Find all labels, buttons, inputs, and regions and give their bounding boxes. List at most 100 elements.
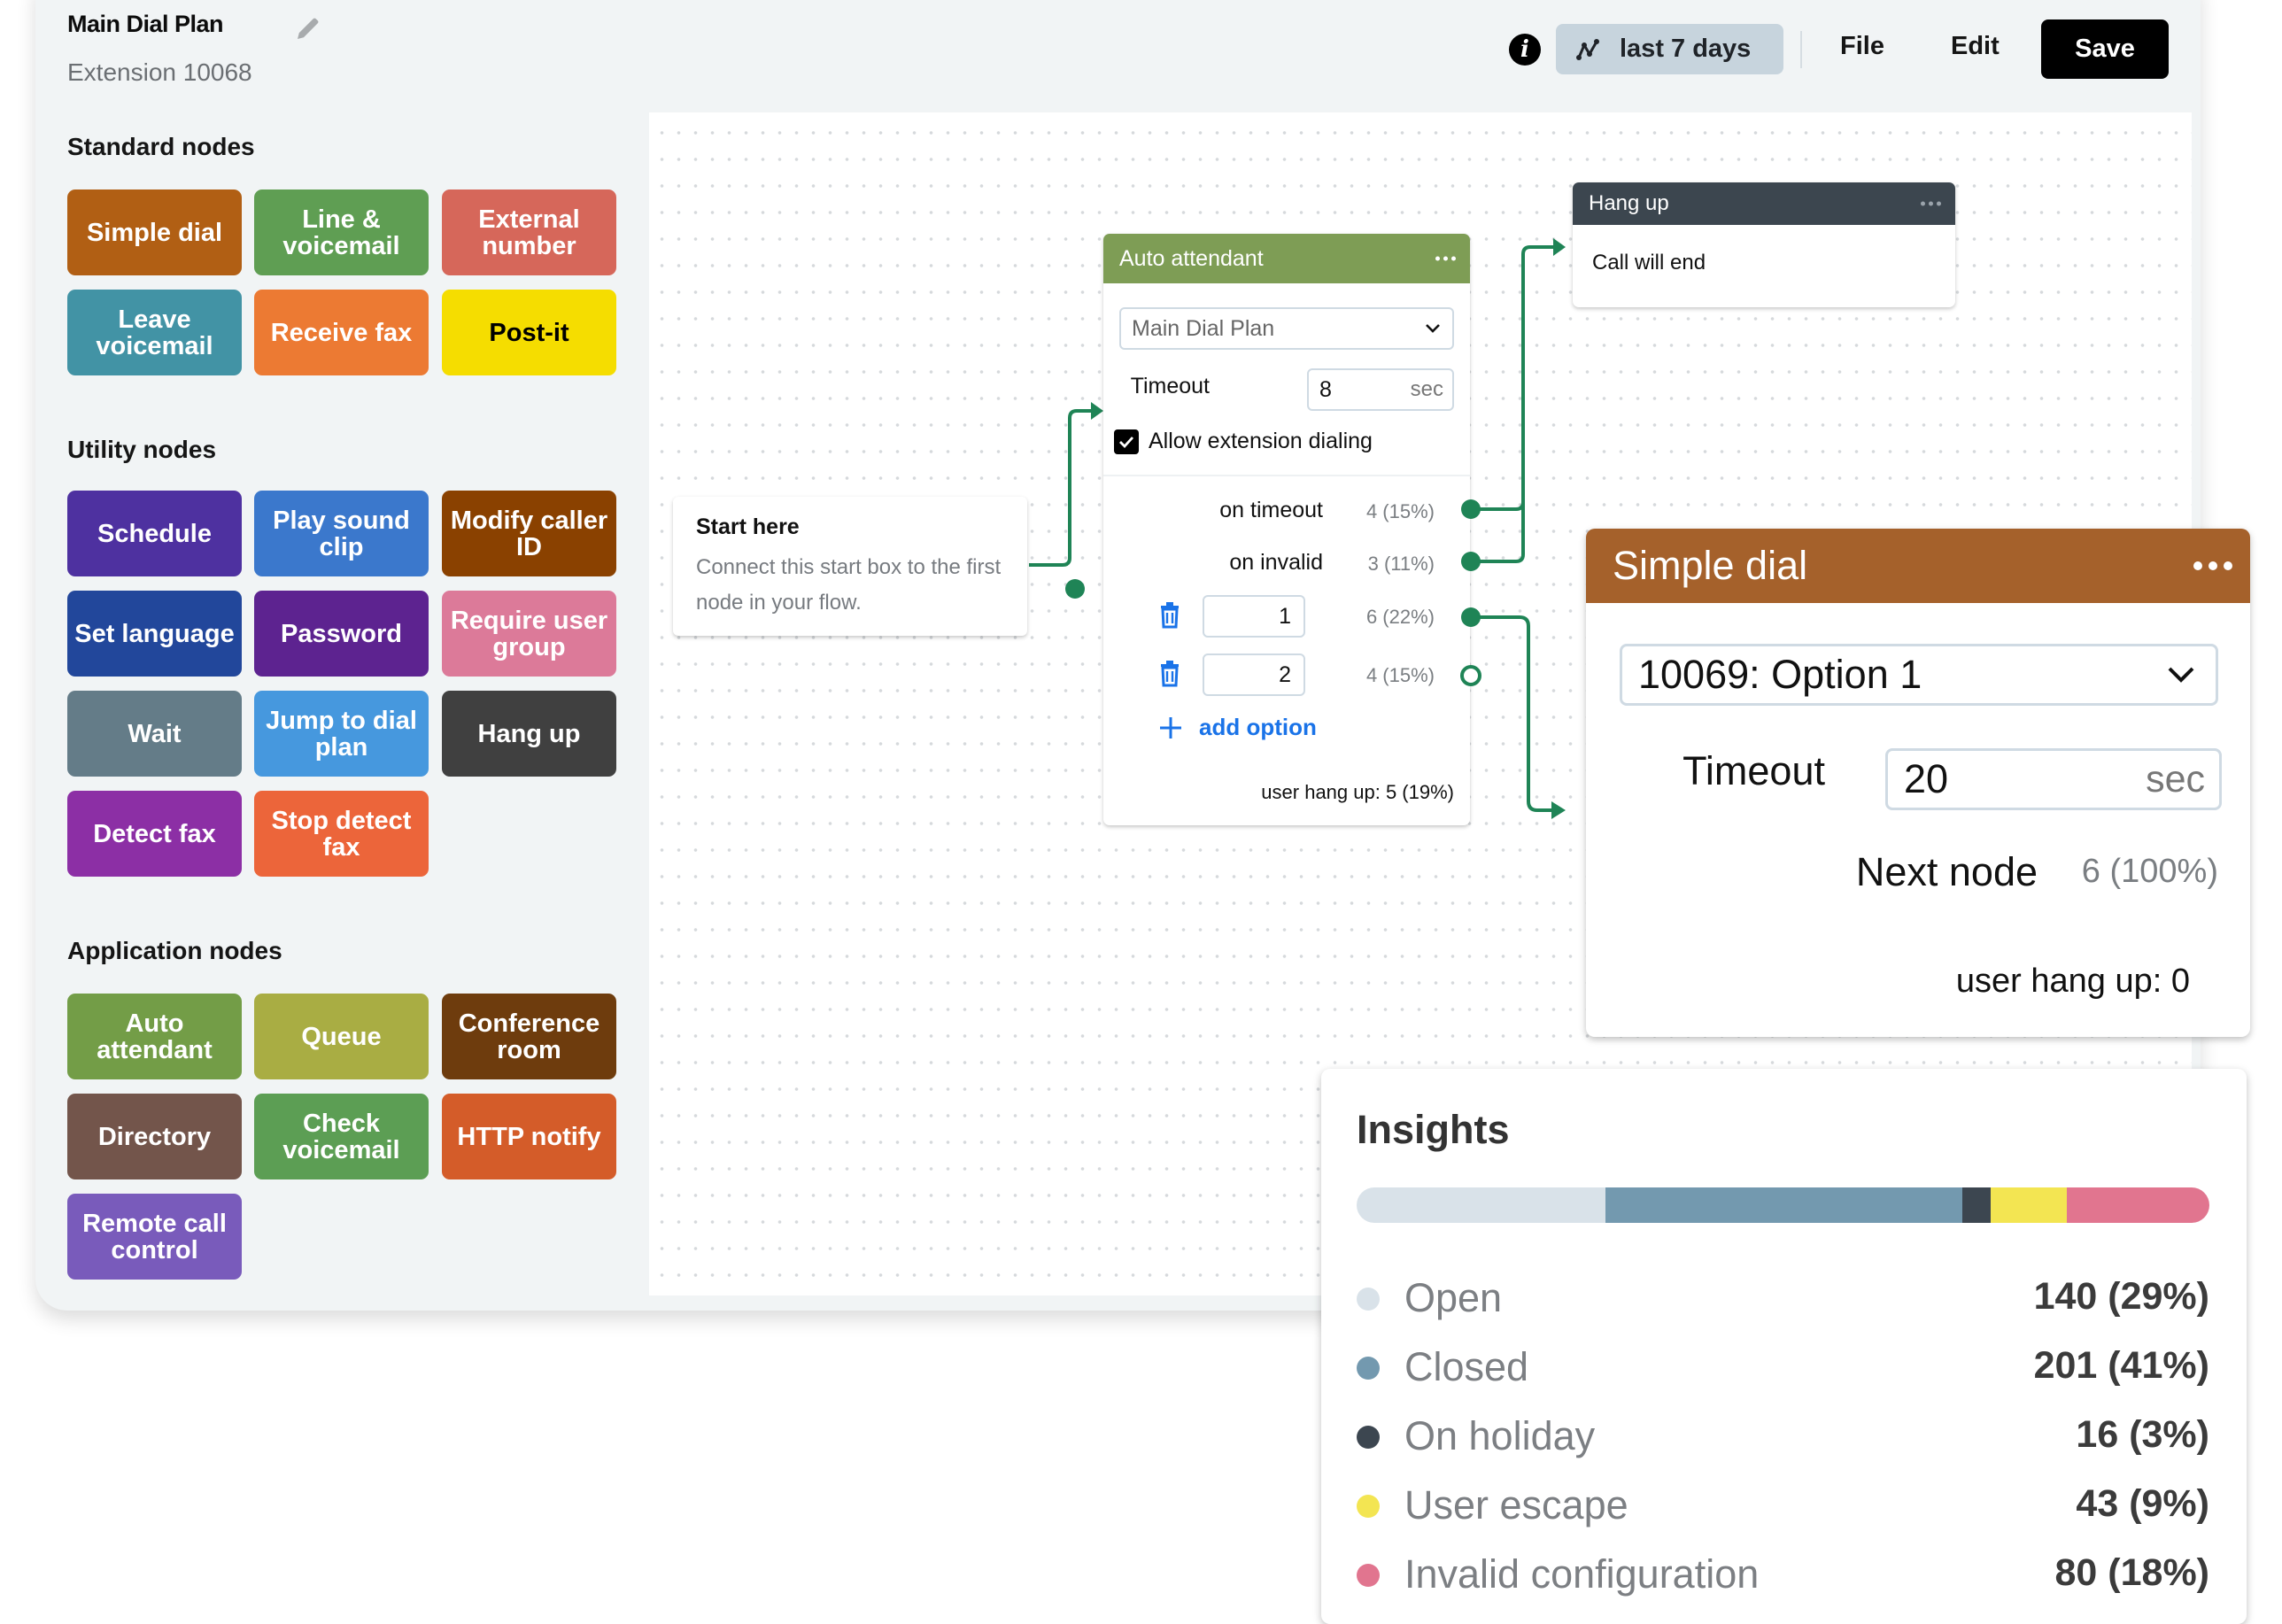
option-input[interactable]: 2 <box>1203 653 1305 696</box>
insights-legend-row: Invalid configuration 80 (18%) <box>1357 1549 2209 1602</box>
dial-target-value: 10069: Option 1 <box>1638 652 1922 697</box>
palette-node-stop-detect-fax[interactable]: Stop detect fax <box>254 791 429 877</box>
palette-node-play-sound-clip[interactable]: Play sound clip <box>254 491 429 576</box>
trend-line-icon <box>1576 38 1599 60</box>
more-dots-icon[interactable] <box>2193 561 2232 570</box>
section-heading: Standard nodes <box>67 133 255 160</box>
palette-node-jump-to-dial-plan[interactable]: Jump to dial plan <box>254 691 429 777</box>
insights-stacked-bar <box>1357 1187 2209 1223</box>
add-option-button[interactable]: add option <box>1158 714 1317 741</box>
on-invalid-label: on invalid <box>1229 550 1323 575</box>
auto-attendant-title: Auto attendant <box>1119 245 1264 271</box>
simple-dial-timeout-input[interactable]: 20 sec <box>1885 748 2222 810</box>
divider <box>1103 475 1470 476</box>
palette-node-directory[interactable]: Directory <box>67 1094 242 1179</box>
file-menu[interactable]: File <box>1840 32 1884 61</box>
add-option-label: add option <box>1199 714 1317 740</box>
palette-node-leave-voicemail[interactable]: Leave voicemail <box>67 290 242 375</box>
timeout-label: Timeout <box>1130 374 1210 398</box>
dial-plan-select[interactable]: Main Dial Plan <box>1119 307 1454 350</box>
insights-bar-segment <box>1991 1187 2068 1223</box>
palette-node-password[interactable]: Password <box>254 591 429 677</box>
more-dots-icon[interactable] <box>1435 256 1456 261</box>
insights-legend-row: On holiday 16 (3%) <box>1357 1411 2209 1464</box>
auto-attendant-node[interactable]: Auto attendant Main Dial Plan Timeout 8 … <box>1103 234 1470 825</box>
hang-up-description: Call will end <box>1592 251 1706 275</box>
save-button[interactable]: Save <box>2041 19 2169 79</box>
palette-node-receive-fax[interactable]: Receive fax <box>254 290 429 375</box>
hang-up-node[interactable]: Hang up Call will end <box>1573 182 1955 307</box>
checkmark-icon <box>1119 437 1134 449</box>
palette-node-set-language[interactable]: Set language <box>67 591 242 677</box>
edit-menu[interactable]: Edit <box>1951 32 2000 61</box>
palette-node-line-voicemail[interactable]: Line & voicemail <box>254 189 429 275</box>
palette-node-detect-fax[interactable]: Detect fax <box>67 791 242 877</box>
insights-panel: Insights Open 140 (29%) Closed 201 (41%) On … <box>1321 1069 2247 1624</box>
start-title: Start here <box>696 514 800 539</box>
on-invalid-port[interactable] <box>1461 552 1481 571</box>
trash-icon[interactable] <box>1158 602 1181 629</box>
hang-up-header[interactable]: Hang up <box>1573 182 1955 225</box>
auto-attendant-header[interactable]: Auto attendant <box>1103 234 1470 283</box>
allow-extension-checkbox[interactable] <box>1114 429 1139 454</box>
palette-node-require-user-group[interactable]: Require user group <box>442 591 616 677</box>
toolbar-divider <box>1800 31 1802 68</box>
pencil-icon[interactable] <box>292 12 324 44</box>
legend-dot-icon <box>1357 1564 1380 1587</box>
timeout-unit: sec <box>1410 377 1443 401</box>
next-node-count: 6 (100%) <box>2081 853 2218 890</box>
start-description: Connect this start box to the first node… <box>696 555 1002 615</box>
palette-node-simple-dial[interactable]: Simple dial <box>67 189 242 275</box>
legend-dot-icon <box>1357 1288 1380 1311</box>
legend-label: On holiday <box>1404 1413 1596 1458</box>
palette-node-queue[interactable]: Queue <box>254 994 429 1079</box>
legend-value: 80 (18%) <box>2054 1551 2209 1594</box>
palette-node-auto-attendant[interactable]: Auto attendant <box>67 994 242 1079</box>
date-range-button[interactable]: last 7 days <box>1556 24 1783 74</box>
palette-node-external-number[interactable]: External number <box>442 189 616 275</box>
info-icon[interactable]: i <box>1509 34 1541 66</box>
palette-node-http-notify[interactable]: HTTP notify <box>442 1094 616 1179</box>
legend-dot-icon <box>1357 1426 1380 1449</box>
date-range-label: last 7 days <box>1620 35 1752 63</box>
timeout-input[interactable]: 8 sec <box>1307 368 1454 411</box>
simple-dial-timeout-value: 20 <box>1904 756 1949 801</box>
dial-plan-select-value: Main Dial Plan <box>1132 315 1275 341</box>
simple-dial-node[interactable]: Simple dial 10069: Option 1 Timeout 20 s… <box>1586 529 2250 1037</box>
option-input[interactable]: 1 <box>1203 595 1305 638</box>
trash-icon[interactable] <box>1158 661 1181 687</box>
palette-node-conference-room[interactable]: Conference room <box>442 994 616 1079</box>
option-2-port[interactable] <box>1460 665 1481 686</box>
simple-dial-timeout-label: Timeout <box>1682 748 1825 793</box>
start-output-port[interactable] <box>1065 579 1085 599</box>
on-timeout-port[interactable] <box>1461 499 1481 519</box>
user-hang-up-stat: user hang up: 5 (19%) <box>1261 781 1454 803</box>
extension-label: Extension 10068 <box>67 58 252 86</box>
insights-bar-segment <box>1962 1187 1992 1223</box>
palette-node-check-voicemail[interactable]: Check voicemail <box>254 1094 429 1179</box>
option-1-port[interactable] <box>1461 607 1481 627</box>
start-node[interactable]: Start here Connect this start box to the… <box>673 497 1027 636</box>
palette-node-schedule[interactable]: Schedule <box>67 491 242 576</box>
legend-value: 201 (41%) <box>2033 1344 2209 1387</box>
insights-legend-row: Open 140 (29%) <box>1357 1272 2209 1326</box>
legend-value: 16 (3%) <box>2076 1413 2209 1456</box>
on-invalid-count: 3 (11%) <box>1367 553 1435 575</box>
insights-legend-row: Closed 201 (41%) <box>1357 1342 2209 1395</box>
more-dots-icon[interactable] <box>1921 201 1941 206</box>
chevron-down-icon <box>1426 324 1440 333</box>
dial-target-select[interactable]: 10069: Option 1 <box>1620 644 2218 706</box>
legend-label: Open <box>1404 1275 1503 1320</box>
legend-dot-icon <box>1357 1495 1380 1518</box>
on-timeout-count: 4 (15%) <box>1365 500 1435 522</box>
palette-node-post-it[interactable]: Post-it <box>442 290 616 375</box>
simple-dial-header[interactable]: Simple dial <box>1586 529 2250 603</box>
simple-dial-timeout-unit: sec <box>2146 757 2205 800</box>
palette-node-modify-caller-id[interactable]: Modify caller ID <box>442 491 616 576</box>
timeout-value: 8 <box>1319 376 1332 402</box>
palette-node-wait[interactable]: Wait <box>67 691 242 777</box>
next-node-label: Next node <box>1855 849 2038 894</box>
hang-up-title: Hang up <box>1589 191 1669 215</box>
palette-node-hang-up[interactable]: Hang up <box>442 691 616 777</box>
palette-node-remote-call-control[interactable]: Remote call control <box>67 1194 242 1280</box>
